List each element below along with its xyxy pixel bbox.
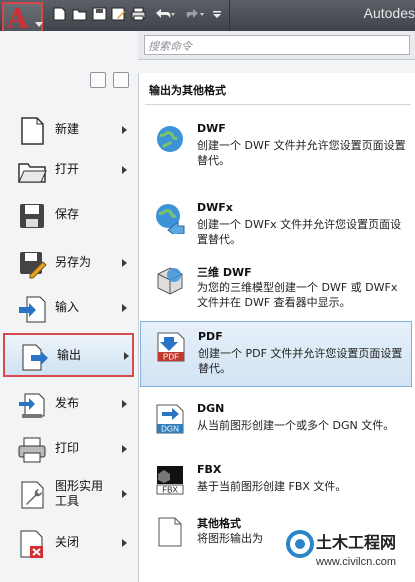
menu-item-label: 输入 bbox=[55, 300, 80, 314]
saveas-icon[interactable] bbox=[111, 7, 126, 21]
undo-icon[interactable] bbox=[154, 7, 176, 21]
menu-item-2[interactable]: 保存 bbox=[3, 194, 134, 238]
export-format-title: PDF bbox=[198, 330, 223, 343]
export-format-1[interactable]: DWFx 创建一个 DWFx 文件并允许您设置页面设置替代。 bbox=[140, 193, 412, 259]
export-format-title: DWFx bbox=[197, 201, 233, 214]
recent-documents-icon[interactable] bbox=[90, 72, 106, 88]
other-format-icon bbox=[158, 517, 182, 547]
export-format-title: DGN bbox=[197, 402, 225, 415]
export-format-3[interactable]: PDF PDF 创建一个 PDF 文件并允许您设置页面设置替代。 bbox=[140, 321, 412, 387]
dgn-icon: DGN bbox=[156, 404, 184, 434]
chevron-right-icon bbox=[122, 126, 127, 134]
menu-item-7[interactable]: 打印 bbox=[3, 428, 134, 472]
save-disk-icon bbox=[20, 204, 44, 228]
export-format-description: 创建一个 PDF 文件并允许您设置页面设置替代。 bbox=[198, 347, 403, 375]
menu-item-label: 打印 bbox=[55, 441, 80, 455]
chevron-right-icon bbox=[122, 490, 127, 498]
export-format-title: 其他格式 bbox=[197, 517, 241, 530]
export-format-title: FBX bbox=[197, 463, 222, 476]
menu-item-label: 保存 bbox=[55, 207, 80, 221]
chevron-right-icon bbox=[122, 259, 127, 267]
close-document-icon bbox=[20, 530, 43, 558]
quick-access-toolbar: Autodes bbox=[0, 0, 415, 31]
menu-item-4[interactable]: 输入 bbox=[3, 287, 134, 331]
chevron-right-icon bbox=[122, 445, 127, 453]
export-format-description: 创建一个 DWFx 文件并允许您设置页面设置替代。 bbox=[197, 218, 402, 246]
menu-item-3[interactable]: 另存为 bbox=[3, 242, 134, 286]
menu-item-0[interactable]: 新建 bbox=[3, 109, 134, 153]
dropdown-icon[interactable] bbox=[210, 7, 224, 21]
chevron-right-icon bbox=[124, 352, 129, 360]
search-input[interactable]: 搜索命令 bbox=[144, 35, 410, 55]
wrench-icon bbox=[21, 481, 44, 509]
new-icon[interactable] bbox=[52, 7, 67, 21]
menu-item-label: 新建 bbox=[55, 122, 80, 136]
menu-item-label: 输出 bbox=[57, 348, 82, 362]
export-format-4[interactable]: DGN DGN 从当前图形创建一个或多个 DGN 文件。 bbox=[140, 394, 412, 460]
export-format-description: 从当前图形创建一个或多个 DGN 文件。 bbox=[197, 419, 395, 432]
chevron-right-icon bbox=[122, 166, 127, 174]
svg-text:PDF: PDF bbox=[163, 353, 179, 362]
chevron-down-icon bbox=[35, 22, 43, 27]
export-icon bbox=[22, 344, 48, 371]
svg-text:DGN: DGN bbox=[161, 425, 179, 434]
civilcn-watermark: 土木工程网 www.civilcn.com bbox=[286, 530, 396, 568]
print-icon[interactable] bbox=[131, 7, 146, 21]
export-format-description: 基于当前图形创建 FBX 文件。 bbox=[197, 480, 347, 493]
pdf-icon: PDF bbox=[157, 332, 185, 362]
open-documents-icon[interactable] bbox=[113, 72, 129, 88]
chevron-right-icon bbox=[122, 539, 127, 547]
menu-item-label: 图形实用 工具 bbox=[55, 479, 104, 508]
menu-item-6[interactable]: 发布 bbox=[3, 383, 134, 427]
open-icon[interactable] bbox=[72, 7, 87, 21]
publish-icon bbox=[19, 393, 45, 418]
export-format-title: 三维 DWF bbox=[197, 266, 252, 279]
saveas-disk-icon bbox=[20, 252, 47, 279]
globe-icon bbox=[157, 126, 183, 152]
svg-text:FBX: FBX bbox=[162, 486, 178, 495]
divider bbox=[145, 104, 411, 105]
menu-item-label: 打开 bbox=[55, 162, 80, 176]
window-title: Autodes bbox=[363, 5, 415, 21]
export-format-description: 创建一个 DWF 文件并允许您设置页面设置替代。 bbox=[197, 139, 406, 167]
export-format-title: DWF bbox=[197, 122, 226, 135]
export-format-2[interactable]: 三维 DWF 为您的三维模型创建一个 DWF 或 DWFx 文件并在 DWF 查看… bbox=[140, 256, 412, 322]
new-document-icon bbox=[21, 117, 44, 145]
fbx-icon: FBX bbox=[156, 466, 184, 495]
printer-icon bbox=[18, 437, 46, 463]
redo-icon[interactable] bbox=[184, 7, 206, 21]
cube-icon bbox=[157, 267, 183, 295]
globe-arrow-icon bbox=[156, 204, 185, 234]
menu-item-label: 另存为 bbox=[55, 255, 92, 269]
open-folder-icon bbox=[18, 163, 47, 183]
save-icon[interactable] bbox=[92, 7, 107, 21]
menu-item-5[interactable]: 输出 bbox=[3, 333, 134, 377]
watermark-name: 土木工程网 bbox=[316, 533, 396, 552]
menu-item-label: 关闭 bbox=[55, 535, 80, 549]
watermark-url: www.civilcn.com bbox=[315, 556, 396, 568]
export-format-description: 为您的三维模型创建一个 DWF 或 DWFx 文件并在 DWF 查看器中显示。 bbox=[197, 281, 398, 309]
chevron-right-icon bbox=[122, 400, 127, 408]
submenu-title: 输出为其他格式 bbox=[149, 84, 226, 97]
menu-item-9[interactable]: 关闭 bbox=[3, 522, 134, 566]
export-format-0[interactable]: DWF 创建一个 DWF 文件并允许您设置页面设置替代。 bbox=[140, 114, 412, 180]
menu-item-1[interactable]: 打开 bbox=[3, 149, 134, 193]
import-icon bbox=[19, 296, 46, 323]
chevron-right-icon bbox=[122, 304, 127, 312]
menu-item-label: 发布 bbox=[55, 396, 80, 410]
menu-item-8[interactable]: 图形实用 工具 bbox=[3, 473, 134, 517]
